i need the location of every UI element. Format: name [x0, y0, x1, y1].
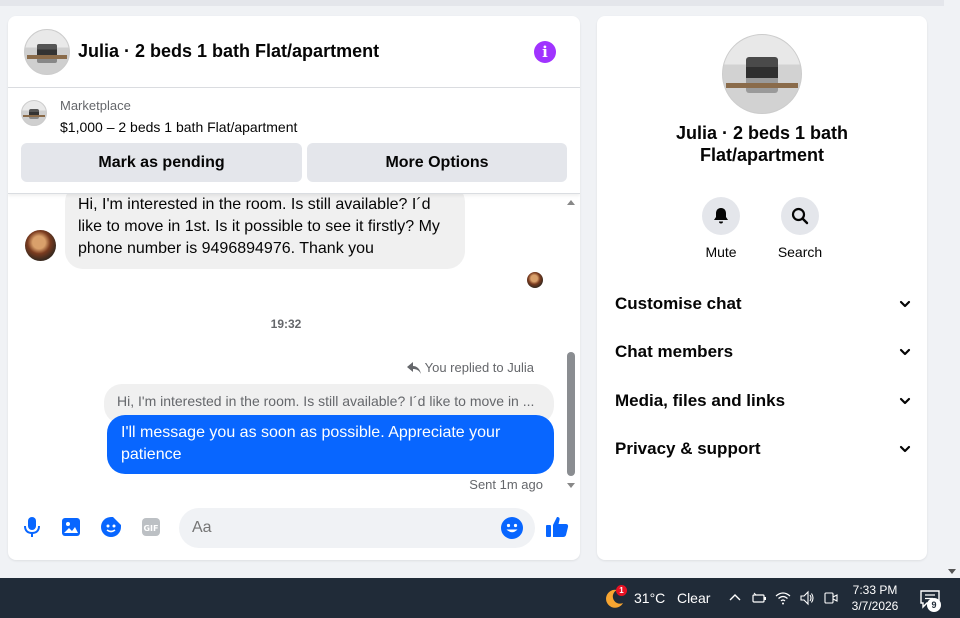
search-action[interactable]: Search: [770, 197, 830, 260]
sender-avatar[interactable]: [25, 230, 56, 261]
weather-temp: 31°C: [634, 590, 666, 606]
emoji-icon[interactable]: [500, 516, 524, 540]
info-name: Julia · 2 beds 1 bath Flat/apartment: [675, 123, 849, 165]
camera-icon[interactable]: [823, 590, 839, 606]
section-privacy-support[interactable]: Privacy & support: [615, 437, 911, 461]
scroll-down-arrow[interactable]: [567, 483, 575, 488]
listing-avatar[interactable]: [24, 28, 70, 75]
mute-action[interactable]: Mute: [691, 197, 751, 260]
info-avatar[interactable]: [722, 34, 802, 114]
speaker-icon[interactable]: [799, 590, 815, 606]
message-input[interactable]: [179, 508, 535, 548]
chat-header: Julia · 2 beds 1 bath Flat/apartment i: [8, 16, 580, 88]
clock-date: 3/7/2026: [851, 599, 899, 613]
photo-icon[interactable]: [60, 516, 82, 538]
more-options-button[interactable]: More Options: [307, 143, 567, 182]
search-label: Search: [777, 244, 823, 260]
seen-indicator-avatar: [527, 272, 543, 288]
microphone-icon[interactable]: [21, 516, 43, 538]
scrollbar-thumb[interactable]: [567, 352, 575, 476]
mute-button[interactable]: [702, 197, 740, 235]
marketplace-bar: Marketplace $1,000 – 2 beds 1 bath Flat/…: [8, 88, 580, 194]
section-label: Privacy & support: [615, 439, 761, 458]
composer: GIF: [8, 504, 580, 552]
chevron-down-icon: [899, 300, 911, 308]
mark-as-pending-button[interactable]: Mark as pending: [21, 143, 302, 182]
sent-status: Sent 1m ago: [469, 477, 543, 492]
sticker-icon[interactable]: [100, 516, 122, 538]
clock-time: 7:33 PM: [852, 583, 898, 597]
search-icon: [791, 207, 809, 225]
gif-icon[interactable]: GIF: [140, 516, 162, 538]
info-icon[interactable]: i: [534, 40, 556, 63]
chevron-down-icon: [899, 397, 911, 405]
mute-label: Mute: [705, 244, 737, 260]
scroll-up-arrow[interactable]: [567, 200, 575, 205]
message-timestamp: 19:32: [270, 317, 302, 331]
marketplace-label: Marketplace: [60, 98, 131, 113]
outgoing-message[interactable]: I'll message you as soon as possible. Ap…: [107, 415, 554, 474]
message-list[interactable]: Hi, I'm interested in the room. Is still…: [8, 194, 580, 494]
thumbs-up-icon[interactable]: [544, 514, 570, 540]
weather-condition: Clear: [676, 590, 711, 606]
message-scrollbar[interactable]: [564, 194, 578, 494]
system-clock[interactable]: 7:33 PM 3/7/2026: [846, 582, 904, 614]
section-customise-chat[interactable]: Customise chat: [615, 292, 911, 316]
page-scroll-down-arrow[interactable]: [948, 569, 956, 574]
bell-icon: [714, 208, 728, 224]
chat-info-panel: Julia · 2 beds 1 bath Flat/apartment Mut…: [597, 16, 927, 560]
chat-title[interactable]: Julia · 2 beds 1 bath Flat/apartment: [78, 41, 534, 62]
page-scrollbar[interactable]: [944, 0, 960, 578]
chevron-down-icon: [899, 348, 911, 356]
replied-to-text: You replied to Julia: [424, 360, 534, 375]
chevron-up-icon[interactable]: [727, 590, 743, 606]
taskbar: 1 31°C Clear 7:33 PM 3/7/2026 9: [0, 578, 960, 618]
browser-top-strip: [0, 0, 944, 6]
listing-thumbnail[interactable]: [21, 100, 47, 126]
weather-badge: 1: [616, 585, 627, 596]
wifi-icon[interactable]: [775, 590, 791, 606]
search-button[interactable]: [781, 197, 819, 235]
section-label: Media, files and links: [615, 391, 786, 410]
section-label: Customise chat: [615, 294, 742, 313]
section-chat-members[interactable]: Chat members: [615, 340, 911, 364]
section-media-files-links[interactable]: Media, files and links: [615, 389, 911, 413]
battery-icon[interactable]: [751, 590, 767, 606]
listing-price-title[interactable]: $1,000 – 2 beds 1 bath Flat/apartment: [60, 119, 297, 135]
svg-text:GIF: GIF: [143, 524, 158, 533]
chat-panel: Julia · 2 beds 1 bath Flat/apartment i M…: [8, 16, 580, 560]
incoming-message[interactable]: Hi, I'm interested in the room. Is still…: [65, 194, 465, 269]
replied-to-label: You replied to Julia: [406, 360, 534, 375]
notification-badge: 9: [927, 598, 941, 612]
reply-icon: [406, 361, 421, 374]
chevron-down-icon: [899, 445, 911, 453]
section-label: Chat members: [615, 342, 734, 361]
weather-widget[interactable]: 31°C Clear: [634, 590, 710, 606]
